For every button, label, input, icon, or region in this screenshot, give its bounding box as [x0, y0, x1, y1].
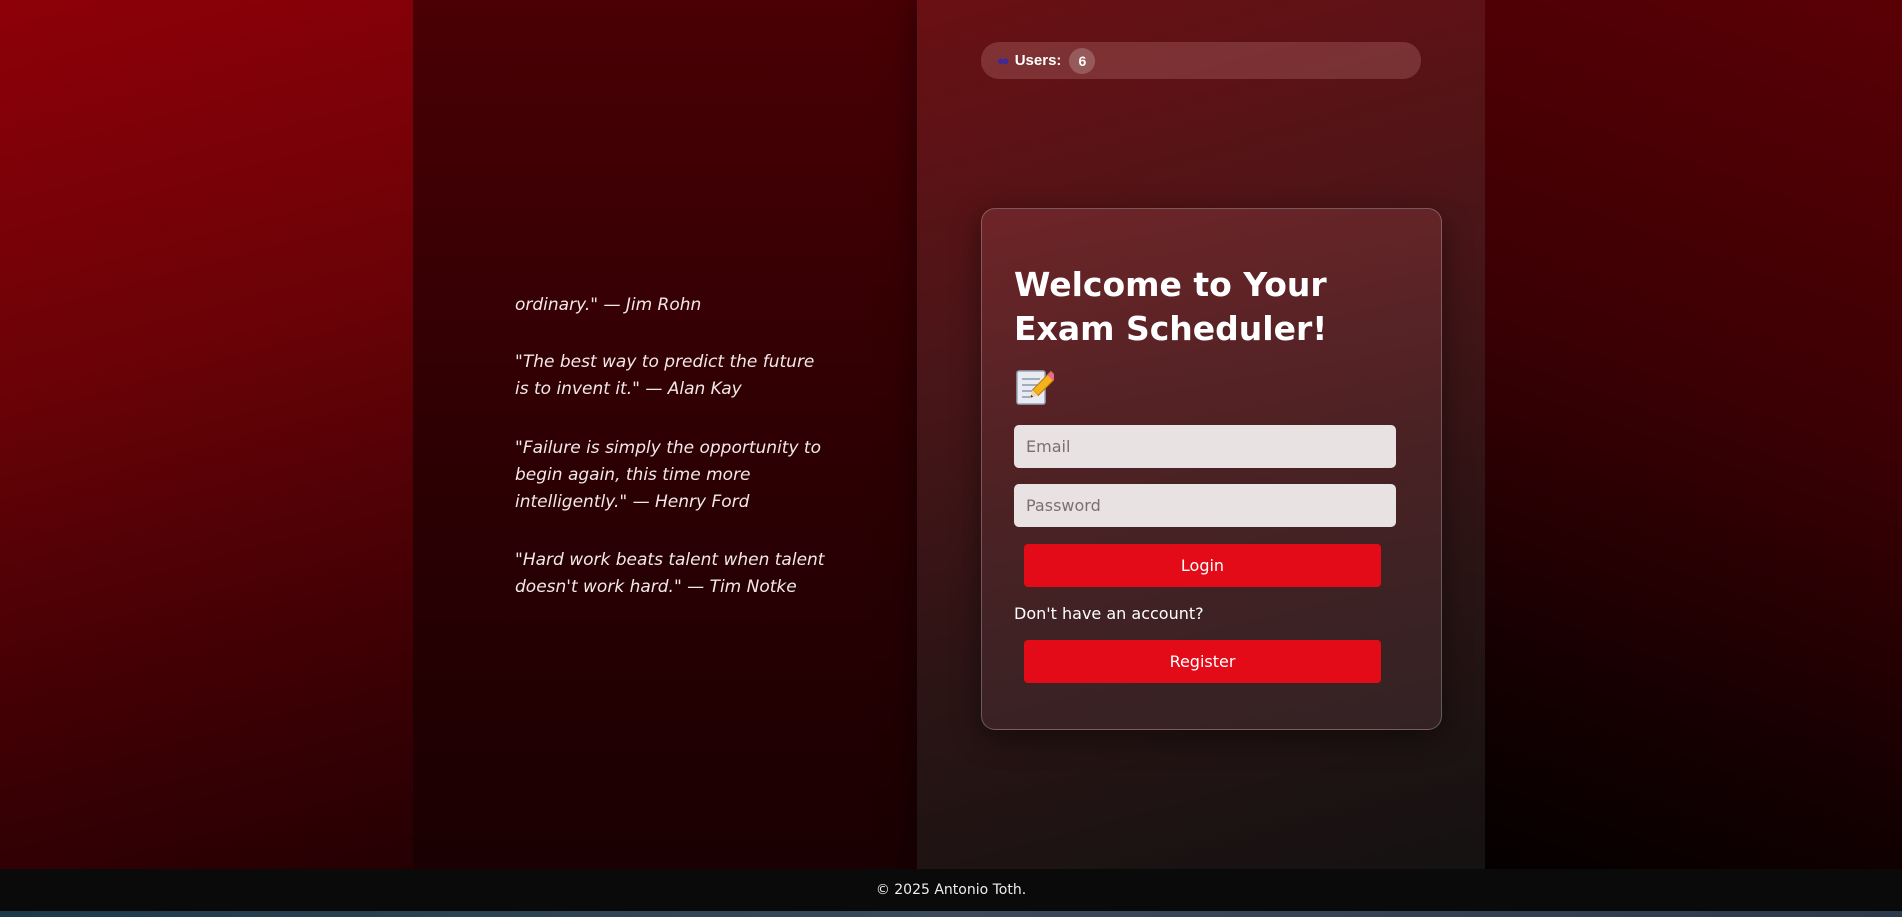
copyright-text: © 2025 Antonio Toth. — [875, 882, 1027, 898]
online-users-bar: ●● Users: 6 — [981, 42, 1421, 79]
page-title: Welcome to Your Exam Scheduler! — [1014, 265, 1328, 348]
users-icon: ●● — [997, 53, 1010, 68]
quote-item: "Failure is simply the opportunity to be… — [515, 438, 821, 512]
quote-item: "Hard work beats talent when talent does… — [515, 550, 825, 597]
right-background — [1485, 0, 1902, 869]
quote-item: ordinary." — Jim Rohn — [515, 295, 702, 315]
users-count-badge: 6 — [1069, 47, 1096, 74]
login-card: Welcome to Your Exam Scheduler! Login Do… — [981, 208, 1442, 730]
bottom-edge — [0, 911, 1902, 917]
memo-icon — [1016, 370, 1054, 405]
login-button[interactable]: Login — [1024, 544, 1381, 587]
register-button[interactable]: Register — [1024, 640, 1381, 683]
left-background — [0, 0, 413, 869]
quote-item: "The best way to predict the future is t… — [515, 352, 815, 399]
users-label: Users: — [1014, 52, 1062, 69]
no-account-text: Don't have an account? — [1014, 604, 1204, 623]
email-field[interactable] — [1014, 425, 1396, 468]
footer: © 2025 Antonio Toth. — [0, 869, 1902, 911]
password-field[interactable] — [1014, 484, 1396, 527]
